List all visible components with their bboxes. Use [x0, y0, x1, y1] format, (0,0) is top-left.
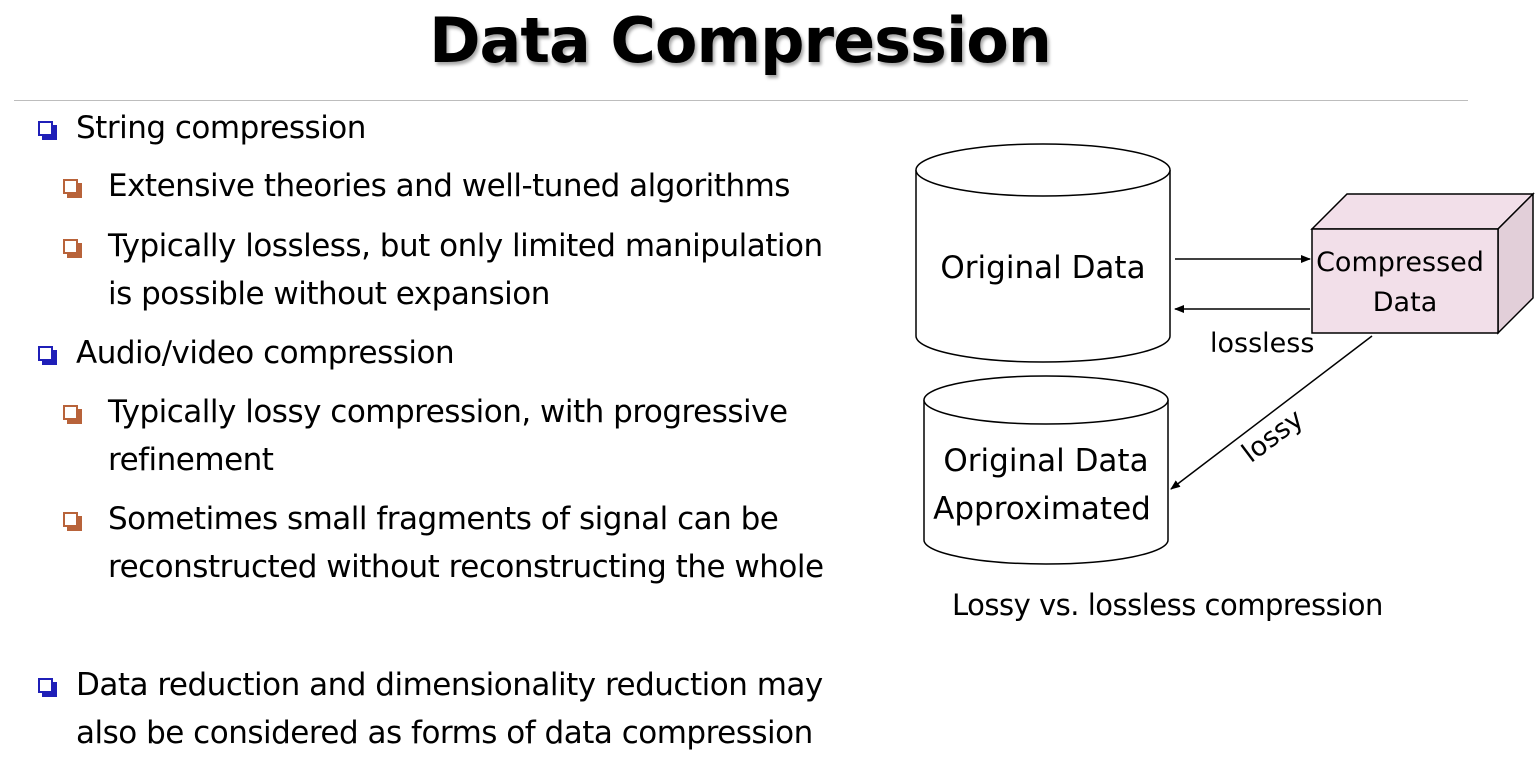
compressed-label-line1: Compressed [1316, 247, 1484, 278]
diagram-caption: Lossy vs. lossless compression [952, 588, 1383, 622]
lossy-label: lossy [1236, 403, 1309, 469]
compressed-label-line2: Data [1373, 287, 1437, 318]
approximated-data-cylinder: Original Data Approximated [923, 375, 1169, 565]
lossless-label: lossless [1210, 328, 1314, 359]
approximated-label-line1: Original Data [943, 443, 1148, 479]
original-data-cylinder: Original Data [915, 143, 1171, 363]
original-data-label: Original Data [940, 250, 1145, 286]
approximated-label-line2: Approximated [933, 491, 1151, 527]
compressed-data-cube: Compressed Data [1310, 192, 1535, 335]
compression-diagram: Original Data Original Data Approximated… [915, 143, 1535, 565]
